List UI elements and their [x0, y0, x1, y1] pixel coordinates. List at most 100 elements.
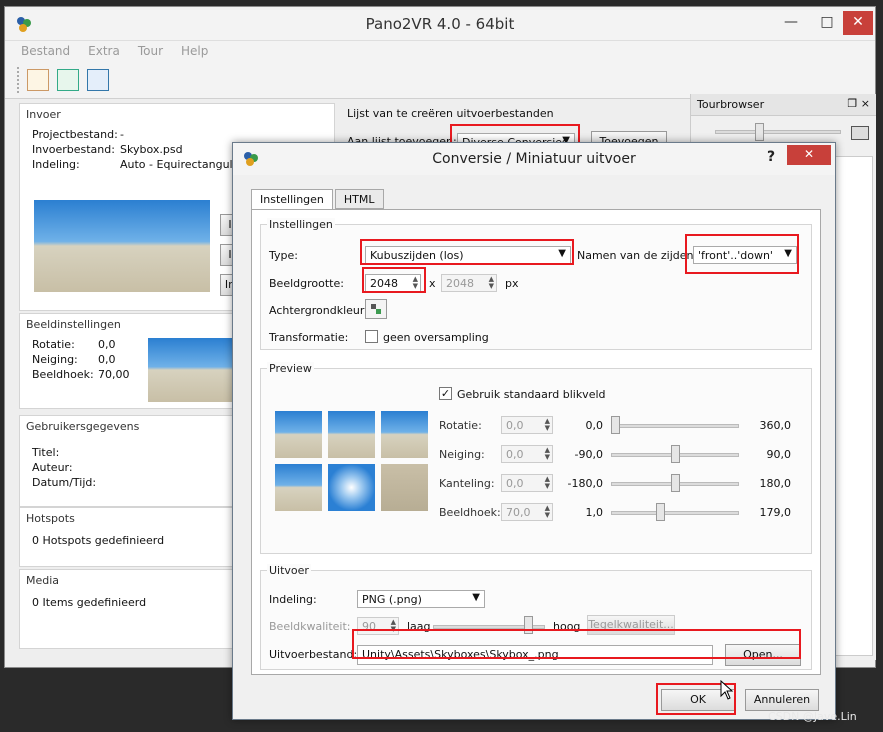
spinner-arrows-icon[interactable]: ▲ ▼ [413, 276, 418, 290]
instellingen-heading: Instellingen [267, 218, 335, 231]
preview-row-max: 180,0 [759, 477, 792, 490]
tourbrowser-title: Tourbrowser [697, 98, 765, 111]
output-list-heading: Lijst van te creëren uitvoerbestanden [347, 107, 554, 120]
height-spinner[interactable]: 2048 ▲ ▼ [441, 274, 497, 292]
cube-face-down [381, 464, 428, 511]
preview-row-slider-thumb[interactable] [656, 503, 665, 521]
tile-quality-button[interactable]: Tegelkwaliteit... [587, 615, 675, 635]
view-preview [148, 338, 244, 402]
size-label: Beeldgrootte: [269, 277, 344, 290]
width-spinner[interactable]: 2048 ▲ ▼ [365, 274, 421, 292]
preview-row-spinner[interactable]: 0,0 ▲ ▼ [501, 416, 553, 434]
type-select[interactable]: Kubuszijden (los) ▼ [365, 246, 571, 264]
help-icon[interactable]: ? [767, 149, 775, 165]
menu-extra[interactable]: Extra [86, 41, 128, 61]
quality-low-label: laag [407, 620, 431, 633]
preview-row-slider-thumb[interactable] [671, 474, 680, 492]
spinner-arrows-icon[interactable]: ▲ ▼ [391, 619, 396, 633]
menu-help[interactable]: Help [179, 41, 216, 61]
dialog-tabs: Instellingen HTML [251, 189, 386, 210]
chevron-down-icon: ▼ [558, 248, 566, 259]
oversampling-checkbox[interactable] [365, 330, 378, 343]
instellingen-group: Instellingen Type: Kubuszijden (los) ▼ Na… [260, 218, 812, 350]
output-file-label: Uitvoerbestand: [269, 648, 358, 661]
preview-row-max: 90,0 [766, 448, 792, 461]
tab-body: Instellingen Type: Kubuszijden (los) ▼ Na… [251, 209, 821, 675]
preview-row-spinner[interactable]: 0,0 ▲ ▼ [501, 445, 553, 463]
preview-row-label: Kanteling: [439, 477, 495, 490]
spinner-arrows-icon[interactable]: ▲ ▼ [489, 276, 494, 290]
preview-row-label: Beeldhoek: [439, 506, 501, 519]
new-project-icon[interactable] [27, 69, 49, 91]
preview-row-spinner[interactable]: 70,0 ▲ ▼ [501, 503, 553, 521]
preview-row-label: Neiging: [439, 448, 485, 461]
input-panorama-preview [34, 200, 210, 292]
panel-float-close-icon[interactable]: ❐ × [847, 97, 870, 110]
tourbrowser-zoom-track[interactable] [715, 130, 841, 134]
cube-face-back [381, 411, 428, 458]
tourbrowser-header: Tourbrowser ❐ × [691, 94, 876, 116]
thumbnail-large-icon[interactable] [851, 126, 869, 140]
minimize-icon[interactable]: — [773, 11, 809, 35]
preview-heading: Preview [267, 362, 314, 375]
mouse-cursor-icon [720, 680, 734, 700]
default-fov-label: Gebruik standaard blikveld [457, 388, 606, 401]
menu-tour[interactable]: Tour [136, 41, 171, 61]
face-names-select[interactable]: 'front'..'down' ▼ [693, 246, 797, 264]
close-icon[interactable]: ✕ [843, 11, 873, 35]
menubar: Bestand Extra Tour Help [5, 41, 875, 61]
preview-row-slider-thumb[interactable] [671, 445, 680, 463]
quality-high-label: hoog [553, 620, 581, 633]
preview-row-min: -180,0 [567, 477, 603, 490]
preview-row-slider-track[interactable] [611, 511, 739, 515]
watermark: CSDN @Jave.Lin [768, 710, 857, 723]
spinner-arrows-icon[interactable]: ▲ ▼ [545, 505, 550, 519]
spinner-arrows-icon[interactable]: ▲ ▼ [545, 447, 550, 461]
quality-slider-thumb[interactable] [524, 616, 533, 634]
size-unit-label: px [505, 277, 519, 290]
tab-html[interactable]: HTML [334, 189, 384, 209]
output-file-input[interactable]: Unity\Assets\Skyboxes\Skybox_.png [357, 645, 713, 665]
quality-label: Beeldkwaliteit: [269, 620, 351, 633]
cancel-button[interactable]: Annuleren [745, 689, 819, 711]
preview-row-slider-thumb[interactable] [611, 416, 620, 434]
format-label: Indeling: [269, 593, 317, 606]
chevron-down-icon: ▼ [784, 248, 792, 259]
preview-row-max: 360,0 [759, 419, 792, 432]
chevron-down-icon: ▼ [472, 592, 480, 603]
uitvoer-heading: Uitvoer [267, 564, 311, 577]
open-button[interactable]: Open... [725, 644, 801, 666]
size-x-label: x [429, 277, 436, 290]
transform-label: Transformatie: [269, 331, 349, 344]
cube-face-up [328, 464, 375, 511]
default-fov-checkbox[interactable]: ✓ [439, 387, 452, 400]
quality-spinner[interactable]: 90 ▲ ▼ [357, 617, 399, 635]
cube-face-right [328, 411, 375, 458]
dialog-close-icon[interactable]: ✕ [787, 145, 831, 165]
preview-row-min: -90,0 [574, 448, 603, 461]
color-picker-icon[interactable] [365, 299, 387, 319]
maximize-icon[interactable]: □ [809, 11, 845, 35]
preview-group: Preview ✓ Gebruik standaard blikveld Rot… [260, 362, 812, 554]
tab-instellingen[interactable]: Instellingen [251, 189, 333, 210]
preview-row-min: 0,0 [585, 419, 604, 432]
cube-face-left [275, 464, 322, 511]
uitvoer-group: Uitvoer Indeling: PNG (.png) ▼ Beeldkwali… [260, 564, 812, 670]
tourbrowser-zoom-thumb[interactable] [755, 123, 764, 141]
preview-row-label: Rotatie: [439, 419, 482, 432]
main-titlebar: Pano2VR 4.0 - 64bit — □ ✕ [5, 7, 875, 41]
preview-row-spinner[interactable]: 0,0 ▲ ▼ [501, 474, 553, 492]
type-label: Type: [269, 249, 298, 262]
open-project-icon[interactable] [57, 69, 79, 91]
spinner-arrows-icon[interactable]: ▲ ▼ [545, 418, 550, 432]
spinner-arrows-icon[interactable]: ▲ ▼ [545, 476, 550, 490]
conversion-dialog: Conversie / Miniatuur uitvoer ? ✕ Instel… [232, 142, 836, 720]
face-names-label: Namen van de zijden: [577, 249, 698, 262]
menu-bestand[interactable]: Bestand [19, 41, 78, 61]
bg-color-label: Achtergrondkleur: [269, 304, 368, 317]
toolbar-grip [17, 67, 19, 93]
dialog-titlebar: Conversie / Miniatuur uitvoer ? ✕ [233, 143, 835, 175]
preview-row-slider-track[interactable] [611, 424, 739, 428]
format-select[interactable]: PNG (.png) ▼ [357, 590, 485, 608]
save-icon[interactable] [87, 69, 109, 91]
